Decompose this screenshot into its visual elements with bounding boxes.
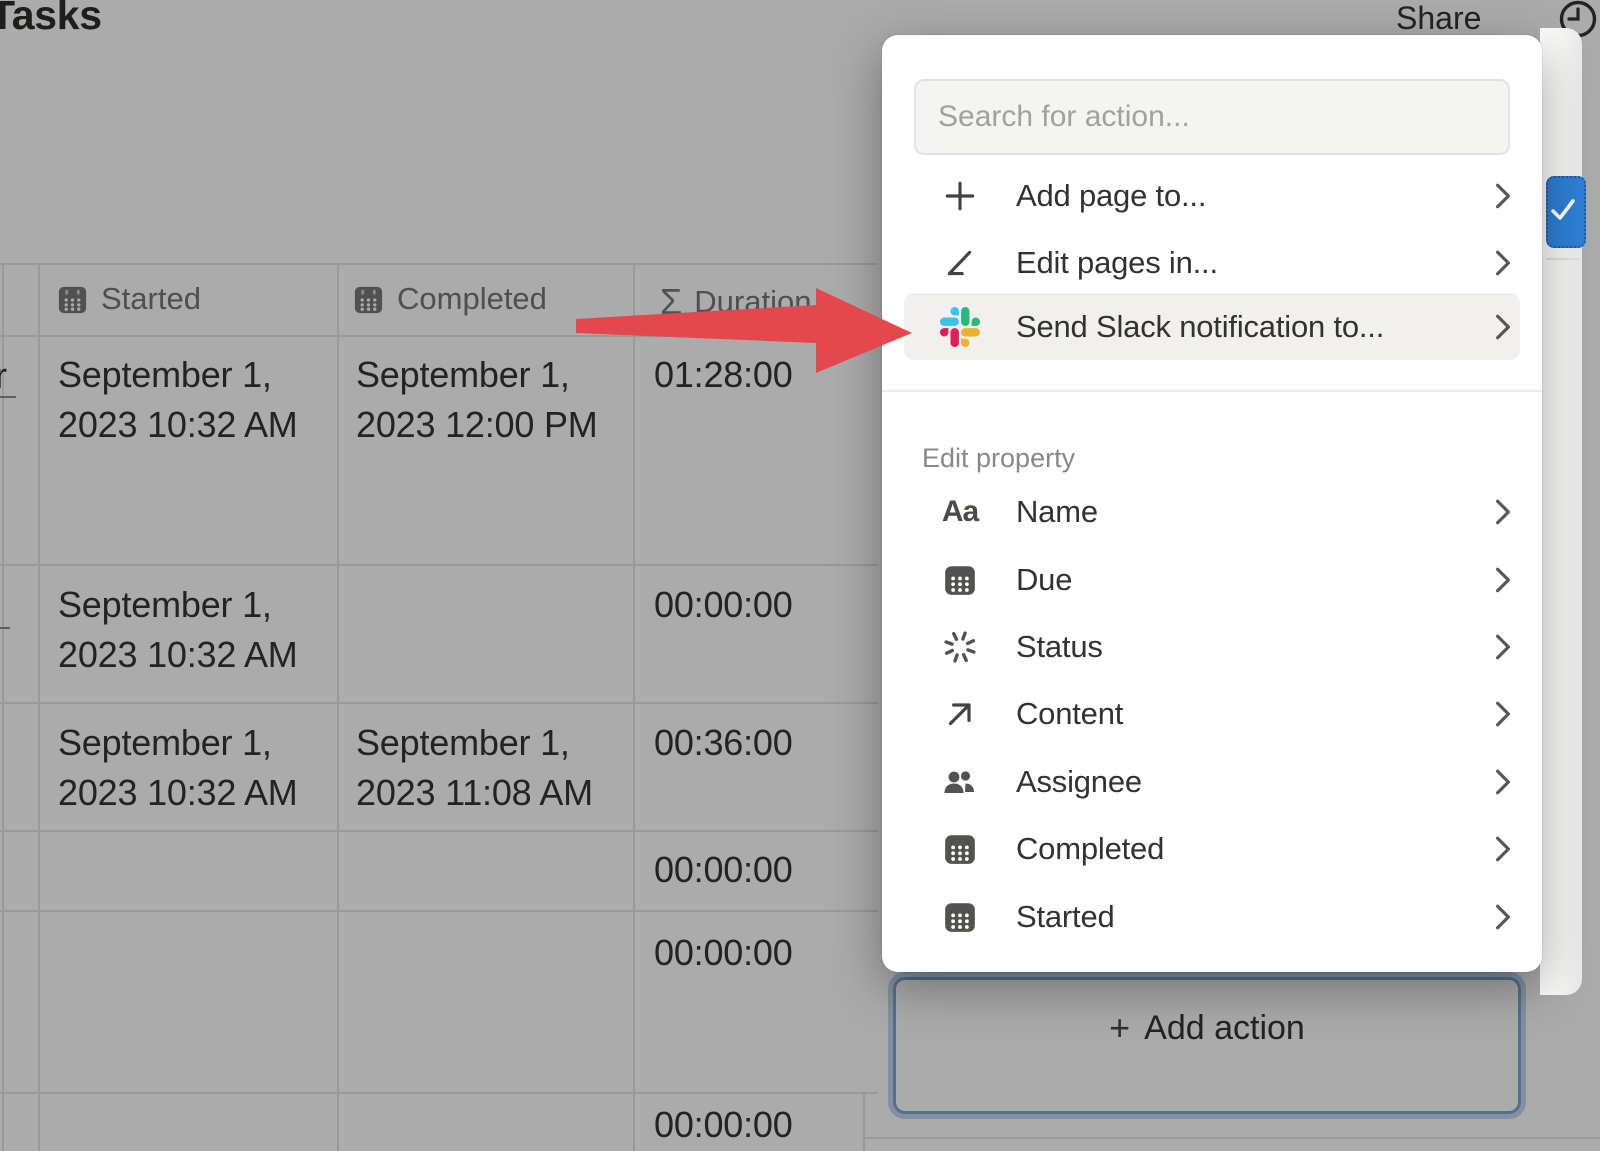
panel-divider	[1546, 258, 1580, 260]
property-item-completed[interactable]: Completed	[898, 815, 1526, 882]
cell-completed[interactable]: September 1,	[356, 718, 570, 768]
property-label: Completed	[1016, 831, 1164, 867]
column-header-label: Started	[101, 281, 201, 317]
menu-separator	[882, 390, 1542, 392]
table-gridline	[337, 263, 339, 1151]
property-item-content[interactable]: Content	[898, 680, 1526, 747]
checkmark-icon	[1550, 197, 1578, 227]
property-item-name[interactable]: Aa Name	[898, 478, 1526, 545]
property-label: Content	[1016, 696, 1123, 732]
chevron-right-icon	[1492, 182, 1514, 210]
add-action-button[interactable]: + Add action	[893, 977, 1521, 1114]
property-label: Status	[1016, 629, 1103, 665]
table-gridline	[0, 335, 878, 337]
property-item-assignee[interactable]: Assignee	[898, 748, 1526, 815]
share-button[interactable]: Share	[1396, 0, 1481, 37]
cell-duration[interactable]: 00:00:00	[654, 928, 793, 978]
menu-item-edit-pages-in[interactable]: Edit pages in...	[898, 230, 1526, 296]
calendar-icon	[938, 558, 982, 602]
property-label: Assignee	[1016, 764, 1142, 800]
cell-started[interactable]: 2023 10:32 AM	[58, 400, 298, 450]
property-label: Started	[1016, 899, 1115, 935]
chevron-right-icon	[1492, 903, 1514, 931]
calendar-icon	[56, 283, 89, 316]
table-gridline	[863, 1092, 865, 1151]
cell-completed[interactable]: 2023 12:00 PM	[356, 400, 598, 450]
screen: Tasks Share	[0, 0, 1600, 1151]
chevron-right-icon	[1492, 313, 1514, 341]
page-title: Tasks	[0, 0, 102, 39]
cell-started[interactable]: 2023 10:32 AM	[58, 630, 298, 680]
cell-duration[interactable]: 00:36:00	[654, 718, 793, 768]
chevron-right-icon	[1492, 566, 1514, 594]
table-gridline	[0, 263, 878, 265]
calendar-icon	[938, 827, 982, 871]
table-gridline	[38, 263, 40, 1151]
cell-started[interactable]: September 1,	[58, 580, 272, 630]
table-gridline	[633, 263, 635, 1151]
plus-icon	[938, 174, 982, 218]
chevron-right-icon	[1492, 498, 1514, 526]
action-menu-popup: Add page to... Edit pages in...	[882, 35, 1542, 972]
cell-duration[interactable]: 01:28:00	[654, 350, 793, 400]
column-header-duration[interactable]: Σ Duration	[660, 281, 811, 323]
column-header-label: Completed	[397, 281, 547, 317]
table-gridline	[0, 830, 878, 832]
search-input[interactable]	[914, 79, 1510, 155]
calendar-icon	[938, 895, 982, 939]
people-icon	[938, 760, 982, 804]
truncated-link-underline	[0, 396, 16, 398]
menu-item-label: Add page to...	[1016, 178, 1206, 214]
arrow-up-right-icon	[938, 692, 982, 736]
text-aa-icon: Aa	[938, 490, 982, 534]
property-item-due[interactable]: Due	[898, 546, 1526, 613]
slack-logo-icon	[938, 305, 982, 349]
add-action-label: Add action	[1144, 1009, 1305, 1048]
menu-item-add-page-to[interactable]: Add page to...	[898, 163, 1526, 229]
done-button[interactable]	[1546, 176, 1586, 248]
cell-duration[interactable]: 00:00:00	[654, 580, 793, 630]
table-gridline	[0, 910, 878, 912]
property-item-started[interactable]: Started	[898, 883, 1526, 950]
property-label: Name	[1016, 494, 1098, 530]
column-header-completed[interactable]: Completed	[352, 281, 547, 317]
chevron-right-icon	[1492, 249, 1514, 277]
property-label: Due	[1016, 562, 1072, 598]
cell-completed[interactable]: September 1,	[356, 350, 570, 400]
panel-divider	[865, 1137, 1600, 1139]
calendar-icon	[352, 283, 385, 316]
automation-panel-edge	[1540, 28, 1582, 995]
edit-pen-icon	[938, 241, 982, 285]
chevron-right-icon	[1492, 700, 1514, 728]
cell-started[interactable]: September 1,	[58, 350, 272, 400]
spinner-icon	[938, 625, 982, 669]
table-gridline	[0, 564, 878, 566]
cell-started[interactable]: 2023 10:32 AM	[58, 768, 298, 818]
chevron-right-icon	[1492, 768, 1514, 796]
menu-item-label: Edit pages in...	[1016, 245, 1218, 281]
menu-item-send-slack-notification[interactable]: Send Slack notification to...	[904, 293, 1520, 360]
table-gridline	[0, 1092, 878, 1094]
menu-item-label: Send Slack notification to...	[1016, 309, 1384, 345]
truncated-link-underline	[0, 627, 10, 629]
column-header-started[interactable]: Started	[56, 281, 201, 317]
cell-duration[interactable]: 00:00:00	[654, 1100, 793, 1150]
truncated-page-link[interactable]: r	[0, 355, 7, 397]
edit-property-section-label: Edit property	[922, 443, 1075, 474]
chevron-right-icon	[1492, 633, 1514, 661]
table-gridline	[0, 702, 878, 704]
plus-icon: +	[1109, 1007, 1130, 1049]
cell-completed[interactable]: 2023 11:08 AM	[356, 768, 593, 818]
column-header-label: Duration	[694, 284, 811, 320]
property-item-status[interactable]: Status	[898, 613, 1526, 680]
cell-duration[interactable]: 00:00:00	[654, 845, 793, 895]
chevron-right-icon	[1492, 835, 1514, 863]
sigma-icon: Σ	[660, 281, 682, 323]
cell-started[interactable]: September 1,	[58, 718, 272, 768]
